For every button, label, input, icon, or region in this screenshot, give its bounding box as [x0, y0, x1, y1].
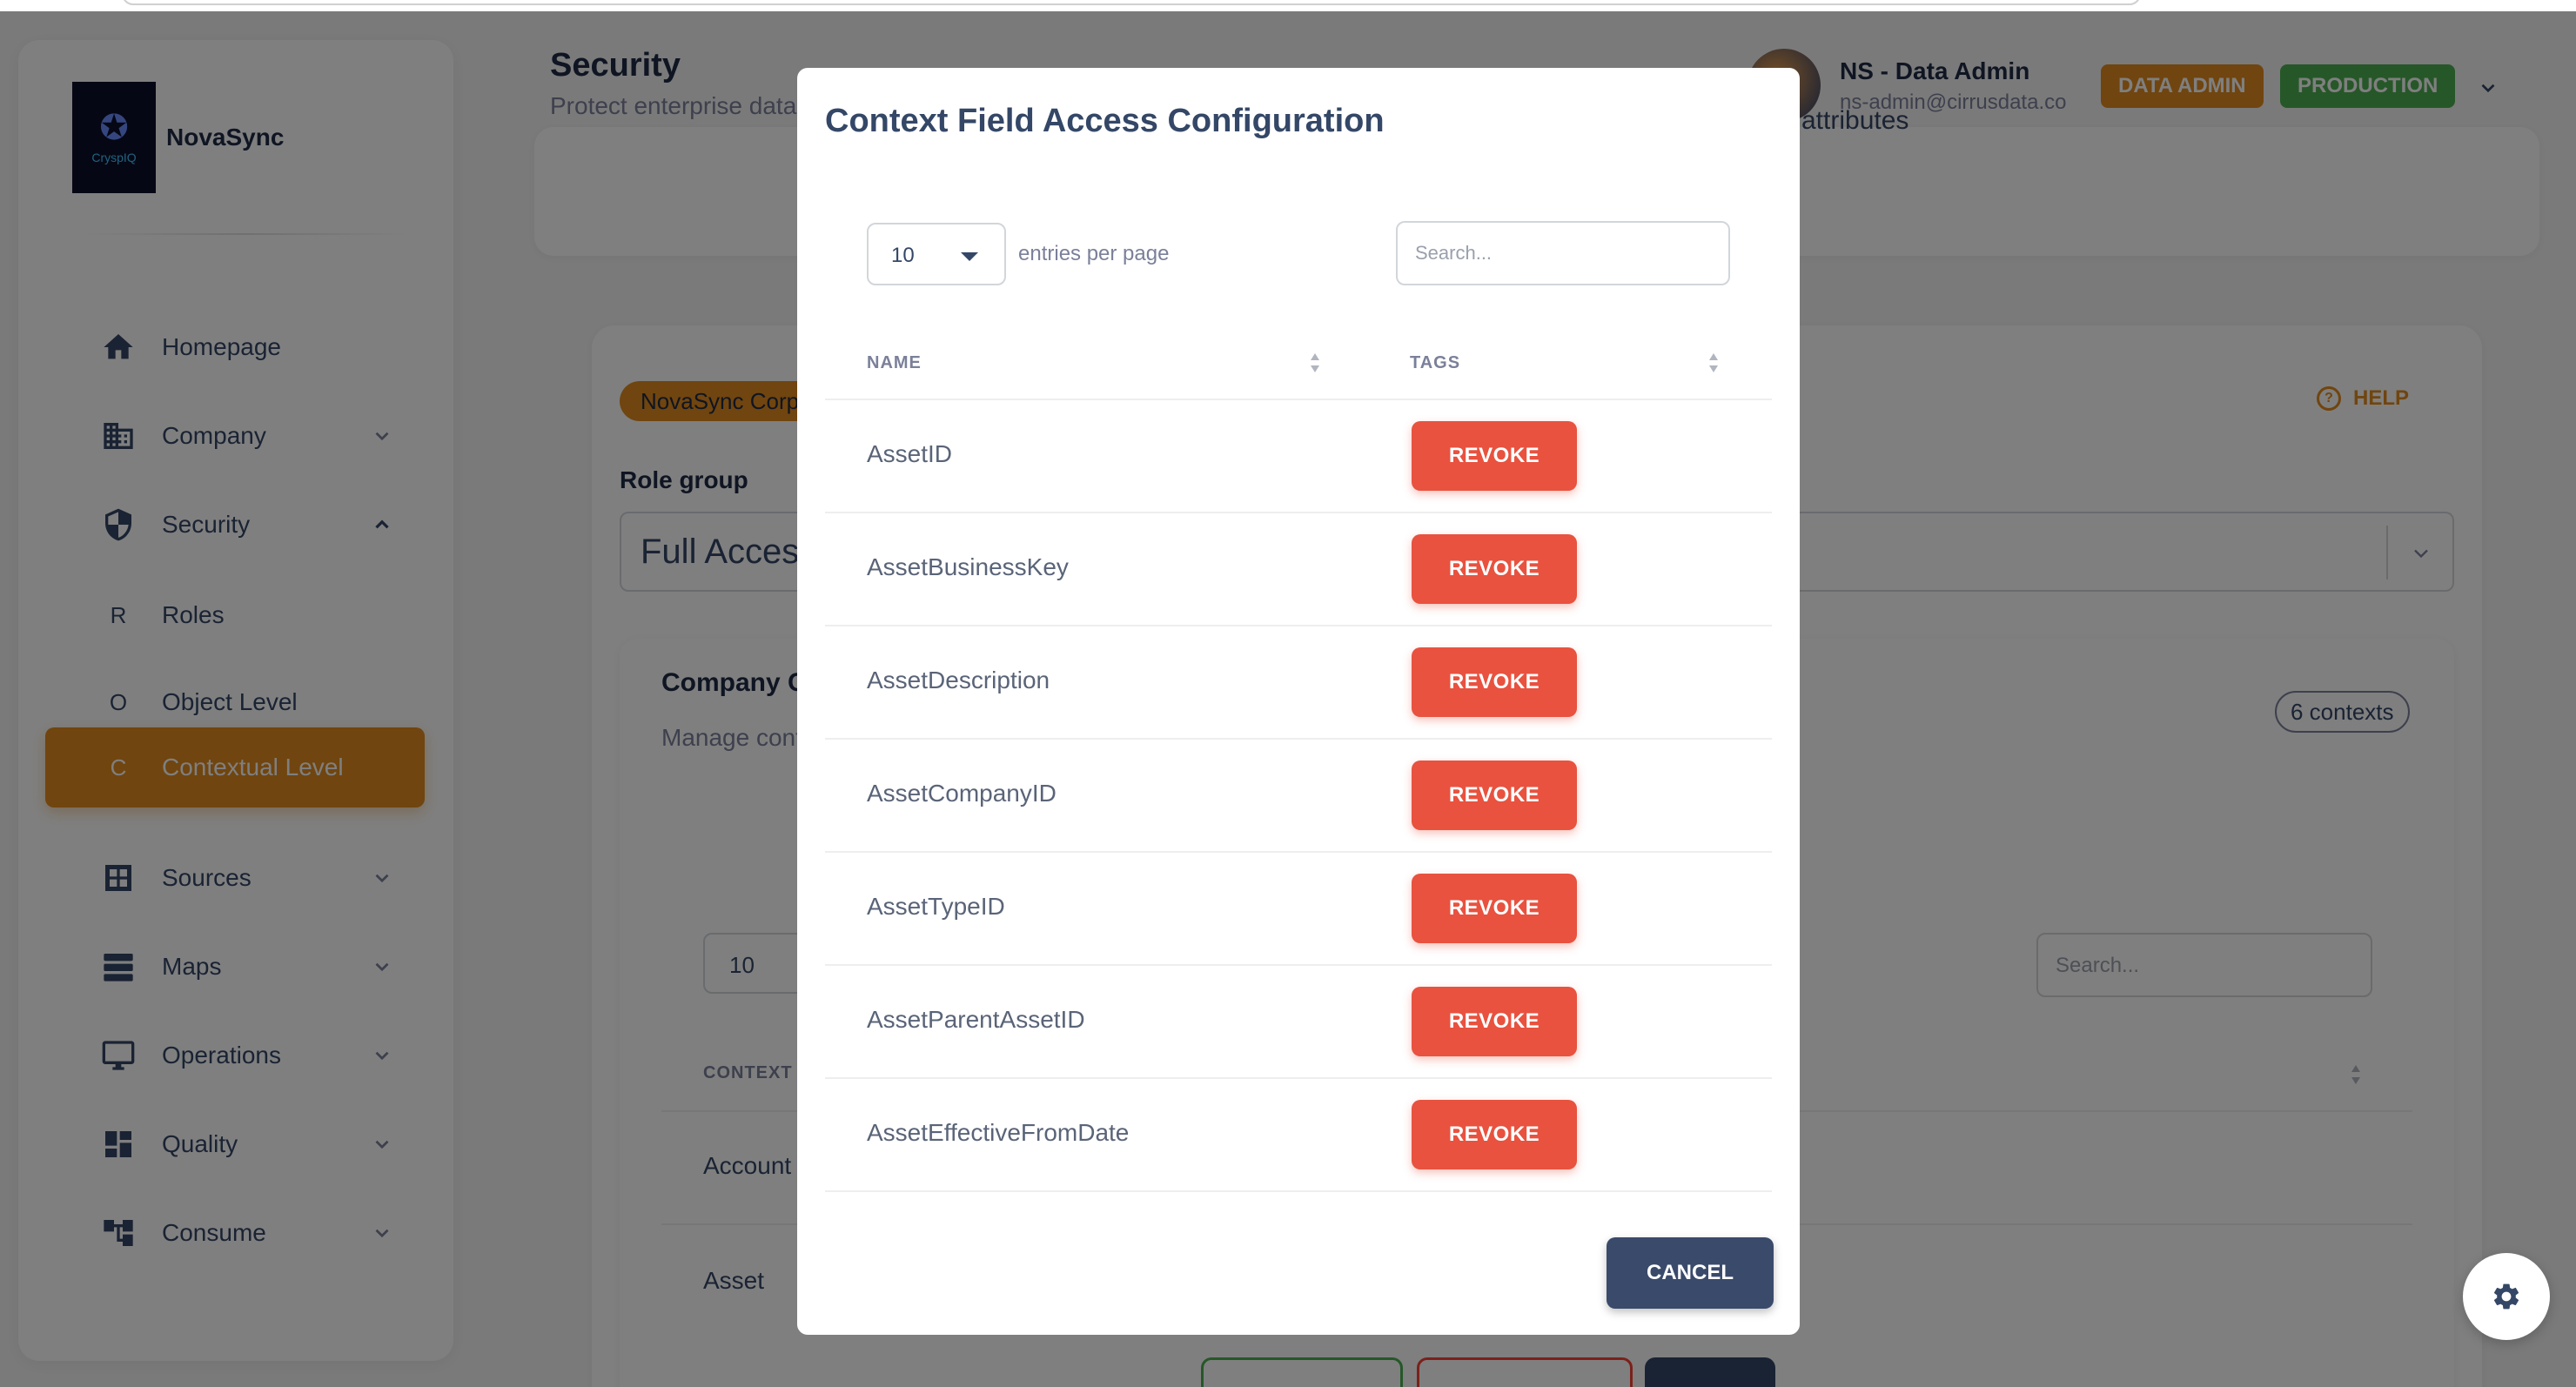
browser-top-strip: [0, 0, 2576, 11]
entries-per-page-label: entries per page: [1018, 242, 1170, 265]
row-divider: [825, 964, 1772, 966]
field-name: AssetID: [867, 440, 953, 467]
revoke-button[interactable]: REVOKE: [1412, 987, 1577, 1056]
sort-icon[interactable]: [1309, 352, 1321, 374]
revoke-button[interactable]: REVOKE: [1412, 534, 1577, 604]
modal-title: Context Field Access Configuration: [825, 103, 1385, 139]
field-name: AssetCompanyID: [867, 780, 1057, 807]
revoke-button[interactable]: REVOKE: [1412, 761, 1577, 830]
row-divider: [825, 851, 1772, 853]
field-name: AssetEffectiveFromDate: [867, 1119, 1130, 1146]
revoke-button[interactable]: REVOKE: [1412, 421, 1577, 491]
sort-icon[interactable]: [1707, 352, 1720, 374]
row-divider: [825, 1077, 1772, 1079]
address-bar[interactable]: [122, 0, 2141, 5]
revoke-button[interactable]: REVOKE: [1412, 1100, 1577, 1169]
column-header-name[interactable]: NAME: [867, 353, 922, 373]
row-divider: [825, 1190, 1772, 1192]
row-divider: [825, 738, 1772, 740]
cancel-button[interactable]: CANCEL: [1607, 1237, 1774, 1309]
modal-search-input[interactable]: [1396, 221, 1730, 285]
entries-value: 10: [891, 244, 915, 267]
row-divider: [825, 625, 1772, 626]
row-divider: [825, 512, 1772, 513]
entries-per-page-select[interactable]: 10: [867, 223, 1006, 285]
gear-icon: [2493, 1283, 2519, 1310]
column-header-tags[interactable]: TAGS: [1410, 353, 1460, 373]
field-name: AssetTypeID: [867, 893, 1005, 920]
field-name: AssetBusinessKey: [867, 553, 1069, 580]
settings-button[interactable]: [2463, 1253, 2550, 1340]
field-name: AssetParentAssetID: [867, 1006, 1085, 1033]
caret-down-icon: [961, 252, 978, 261]
revoke-button[interactable]: REVOKE: [1412, 647, 1577, 717]
field-name: AssetDescription: [867, 667, 1050, 694]
context-field-access-modal: Context Field Access Configuration 10 en…: [797, 68, 1800, 1335]
revoke-button[interactable]: REVOKE: [1412, 874, 1577, 943]
row-divider: [825, 399, 1772, 400]
